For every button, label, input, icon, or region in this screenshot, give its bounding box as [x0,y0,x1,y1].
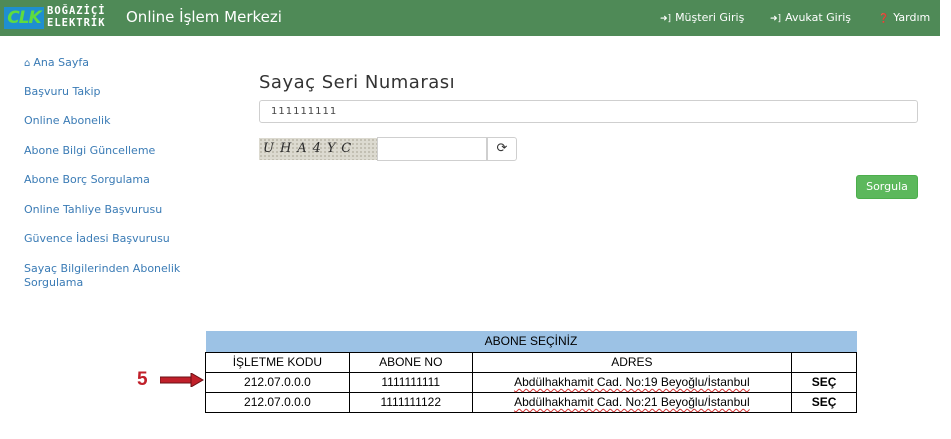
address-text: Abdülhakhamit Cad. No:19 Beyoğlu/İstanbu… [514,375,750,389]
sign-in-icon: ➜] [770,14,782,24]
column-header: ABONE NO [348,351,473,373]
nav-customer-login[interactable]: ➜] Müşteri Giriş [660,11,744,24]
page-title: Sayaç Seri Numarası [259,72,456,93]
logo-mark: CLK [4,7,44,29]
nav-customer-login-label: Müşteri Giriş [675,11,745,24]
logo-line-2: ELEKTRİK [47,17,106,29]
table-row: 212.07.0.0.0 1111111122 Abdülhakhamit Ca… [205,391,857,413]
annotation-arrow-icon [160,373,204,387]
cell-subscriber-no: 1111111122 [348,391,473,413]
column-header [791,351,857,373]
sidebar-item-debt-inquiry[interactable]: Abone Borç Sorgulama [24,173,214,187]
nav-help[interactable]: ❓ Yardım [878,11,930,24]
select-link[interactable]: SEÇ [791,371,857,393]
table-caption-row: ABONE SEÇİNİZ [205,331,857,352]
sign-in-icon: ➜] [660,14,672,24]
top-navbar: CLK BOĞAZİÇİ ELEKTRİK Online İşlem Merke… [0,0,940,36]
refresh-captcha-button[interactable]: ⟳ [487,137,517,161]
company-logo[interactable]: CLK BOĞAZİÇİ ELEKTRİK [4,5,116,31]
table-row: 212.07.0.0.0 1111111111 Abdülhakhamit Ca… [205,371,857,393]
nav-help-label: Yardım [893,11,931,24]
app-title[interactable]: Online İşlem Merkezi [126,8,282,26]
nav-lawyer-login-label: Avukat Giriş [785,11,852,24]
captcha-input[interactable] [377,137,487,161]
select-link[interactable]: SEÇ [791,391,857,413]
logo-line-1: BOĞAZİÇİ [47,5,106,17]
address-text: Abdülhakhamit Cad. No:21 Beyoğlu/İstanbu… [514,395,750,409]
column-header: ADRES [471,351,793,373]
question-circle-icon: ❓ [878,14,890,24]
sidebar-item-application-tracking[interactable]: Başvuru Takip [24,85,214,99]
home-icon: ⌂ [24,58,31,69]
serial-number-input[interactable]: 111111111 [259,100,918,123]
sidebar-item-deposit-refund[interactable]: Güvence İadesi Başvurusu [24,232,214,246]
sidebar-item-online-subscription[interactable]: Online Abonelik [24,114,214,128]
cell-subscriber-no: 1111111111 [348,371,473,393]
cell-address: Abdülhakhamit Cad. No:21 Beyoğlu/İstanbu… [471,391,793,413]
step-annotation-number: 5 [137,369,148,390]
cell-operation-code: 212.07.0.0.0 [205,371,350,393]
sidebar-item-label: Ana Sayfa [33,56,89,69]
subscriber-table: ABONE SEÇİNİZ İŞLETME KODU ABONE NO ADRE… [205,331,857,413]
cell-address: Abdülhakhamit Cad. No:19 Beyoğlu/İstanbu… [471,371,793,393]
query-button[interactable]: Sorgula [856,175,918,199]
table-caption: ABONE SEÇİNİZ [205,331,857,352]
cell-operation-code: 212.07.0.0.0 [205,391,350,413]
refresh-icon: ⟳ [496,141,508,156]
table-header-row: İŞLETME KODU ABONE NO ADRES [205,351,857,373]
captcha-image: UHA4YC [259,138,377,160]
sidebar-item-eviction-application[interactable]: Online Tahliye Başvurusu [24,203,214,217]
sidebar-item-home[interactable]: ⌂ Ana Sayfa [24,56,214,71]
sidebar-item-meter-subscription-query[interactable]: Sayaç Bilgilerinden Abonelik Sorgulama [24,262,214,290]
sidebar-item-subscriber-info-update[interactable]: Abone Bilgi Güncelleme [24,144,214,158]
column-header: İŞLETME KODU [205,351,350,373]
nav-lawyer-login[interactable]: ➜] Avukat Giriş [770,11,851,24]
